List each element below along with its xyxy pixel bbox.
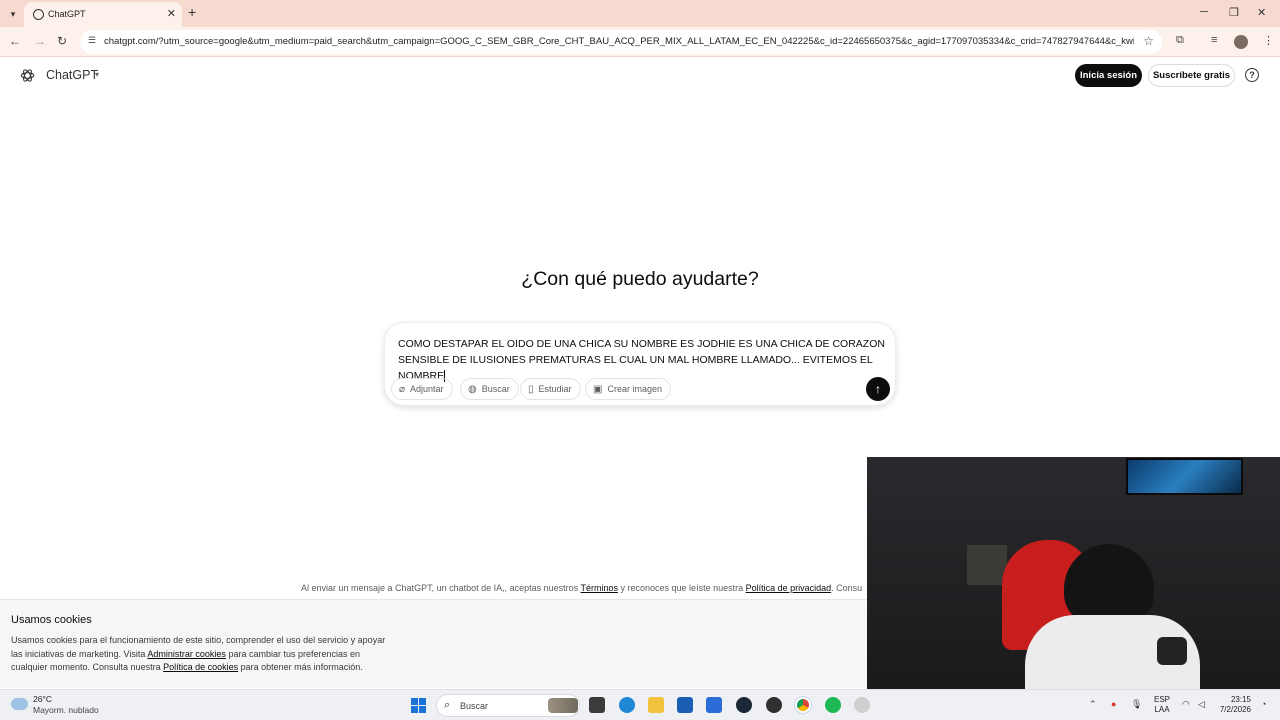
image-icon: ▣: [593, 383, 603, 395]
bookmark-star-icon[interactable]: ☆: [1143, 34, 1154, 48]
game-app-icon[interactable]: [766, 697, 782, 713]
restore-icon[interactable]: ❐: [1229, 6, 1239, 19]
tab-search-icon[interactable]: ▾: [4, 5, 22, 23]
clock-date: 7/2/2026: [1219, 705, 1251, 714]
manage-cookies-link[interactable]: Administrar cookies: [147, 649, 226, 659]
windows-taskbar: 26°C Mayorm. nublado ⌕ Buscar ⌃ ● 🎙 ESP L…: [0, 689, 1280, 720]
terms-notice: Al enviar un mensaje a ChatGPT, un chatb…: [301, 583, 867, 593]
webcam-person-head: [1064, 544, 1154, 624]
privacy-link[interactable]: Política de privacidad: [746, 583, 832, 593]
terms-suffix: . Consu: [831, 583, 863, 593]
chevron-down-icon[interactable]: ▾: [95, 70, 99, 79]
login-button[interactable]: Inicia sesión: [1075, 64, 1142, 87]
chatgpt-favicon-icon: [33, 9, 44, 20]
back-icon[interactable]: ←: [9, 34, 21, 48]
browser-toolbar: ← → ↻ ☰ chatgpt.com/?utm_source=google&u…: [0, 27, 1280, 57]
signup-button[interactable]: Suscríbete gratis: [1148, 64, 1235, 87]
window-close-icon[interactable]: ✕: [1257, 6, 1266, 19]
notification-bell-icon[interactable]: ◔: [1261, 699, 1266, 709]
steam-icon[interactable]: [736, 697, 752, 713]
webcam-shelf: [967, 545, 1007, 585]
model-selector-label[interactable]: ChatGPT: [46, 68, 98, 82]
tray-chevron-up-icon[interactable]: ⌃: [1089, 699, 1097, 710]
cookie-body: Usamos cookies para el funcionamiento de…: [11, 634, 396, 675]
study-label: Estudiar: [538, 384, 572, 394]
book-icon: ▯: [528, 383, 534, 395]
spotify-icon[interactable]: [825, 697, 841, 713]
edge-icon[interactable]: [619, 697, 635, 713]
cookie-banner: Usamos cookies Usamos cookies para el fu…: [0, 599, 867, 688]
webcam-overlay: [867, 457, 1280, 689]
windows-start-icon[interactable]: [411, 698, 426, 713]
app-icon[interactable]: [854, 697, 870, 713]
webcam-tv-screen: [1126, 458, 1243, 495]
tab-close-icon[interactable]: ✕: [167, 7, 176, 21]
url-text[interactable]: chatgpt.com/?utm_source=google&utm_mediu…: [104, 36, 1134, 47]
terms-link[interactable]: Términos: [581, 583, 619, 593]
attach-button[interactable]: ⌀ Adjuntar: [391, 378, 453, 400]
reload-icon[interactable]: ↻: [57, 34, 67, 48]
cookie-policy-link[interactable]: Política de cookies: [163, 662, 238, 672]
paperclip-icon: ⌀: [399, 383, 406, 395]
attach-label: Adjuntar: [410, 384, 444, 394]
volume-icon[interactable]: ◁: [1198, 699, 1205, 710]
clock-time: 23:15: [1230, 695, 1251, 704]
help-icon[interactable]: ?: [1245, 68, 1259, 82]
search-highlight-image: [548, 698, 578, 713]
weather-description[interactable]: Mayorm. nublado: [33, 705, 99, 715]
new-tab-icon[interactable]: +: [188, 5, 196, 19]
cookie-title: Usamos cookies: [11, 614, 92, 626]
send-button[interactable]: ↑: [866, 377, 890, 401]
taskbar-search-placeholder: Buscar: [460, 701, 489, 711]
openai-logo-icon[interactable]: [20, 68, 35, 83]
task-view-icon[interactable]: [589, 697, 605, 713]
page-title: ¿Con qué puedo ayudarte?: [521, 268, 759, 290]
study-button[interactable]: ▯ Estudiar: [520, 378, 581, 400]
browser-tab[interactable]: ChatGPT ✕: [24, 2, 182, 27]
create-image-label: Crear imagen: [607, 384, 662, 394]
prompt-input[interactable]: COMO DESTAPAR EL OIDO DE UNA CHICA SU NO…: [398, 336, 888, 384]
arrow-up-icon: ↑: [875, 382, 881, 396]
webcam-microphone: [1157, 637, 1187, 665]
language-indicator[interactable]: ESP LAA: [1154, 695, 1170, 715]
globe-icon: ◍: [468, 383, 477, 395]
address-bar[interactable]: ☰ chatgpt.com/?utm_source=google&utm_med…: [80, 30, 1162, 54]
microphone-icon[interactable]: 🎙: [1131, 699, 1142, 710]
create-image-button[interactable]: ▣ Crear imagen: [585, 378, 671, 400]
search-icon: ⌕: [444, 699, 451, 711]
terms-middle: y reconoces que leíste nuestra: [618, 583, 746, 593]
menu-kebab-icon[interactable]: ⋮: [1263, 34, 1274, 47]
extensions-icon[interactable]: ⧉: [1176, 34, 1184, 47]
tab-title: ChatGPT: [48, 9, 86, 19]
search-button[interactable]: ◍ Buscar: [460, 378, 519, 400]
language-code: ESP: [1154, 695, 1171, 704]
search-label: Buscar: [481, 384, 510, 394]
weather-cloud-icon[interactable]: [11, 698, 28, 710]
weather-temperature[interactable]: 26°C: [33, 694, 52, 704]
site-info-icon[interactable]: ☰: [88, 35, 100, 47]
system-clock[interactable]: 23:15 7/2/2026: [1219, 695, 1251, 715]
chrome-icon[interactable]: [795, 697, 811, 713]
cookie-text-3: para obtener más información.: [238, 662, 363, 672]
terms-prefix: Al enviar un mensaje a ChatGPT, un chatb…: [301, 583, 581, 593]
keyboard-layout: LAA: [1154, 705, 1170, 714]
store-icon[interactable]: [677, 697, 693, 713]
taskbar-search[interactable]: ⌕ Buscar: [436, 694, 580, 717]
minimize-icon[interactable]: ─: [1200, 6, 1208, 18]
prompt-text: COMO DESTAPAR EL OIDO DE UNA CHICA SU NO…: [398, 338, 885, 382]
file-explorer-icon[interactable]: [648, 697, 664, 713]
profile-avatar[interactable]: [1234, 35, 1248, 49]
outlook-icon[interactable]: [706, 697, 722, 713]
forward-icon[interactable]: →: [34, 34, 46, 48]
wifi-icon[interactable]: ◠: [1182, 699, 1190, 710]
browser-tab-strip: ▾ ChatGPT ✕ + ─ ❐ ✕: [0, 0, 1280, 27]
prompt-composer[interactable]: COMO DESTAPAR EL OIDO DE UNA CHICA SU NO…: [384, 322, 896, 406]
tray-app-icon[interactable]: ●: [1111, 699, 1116, 709]
media-control-icon[interactable]: ≡: [1211, 34, 1217, 46]
